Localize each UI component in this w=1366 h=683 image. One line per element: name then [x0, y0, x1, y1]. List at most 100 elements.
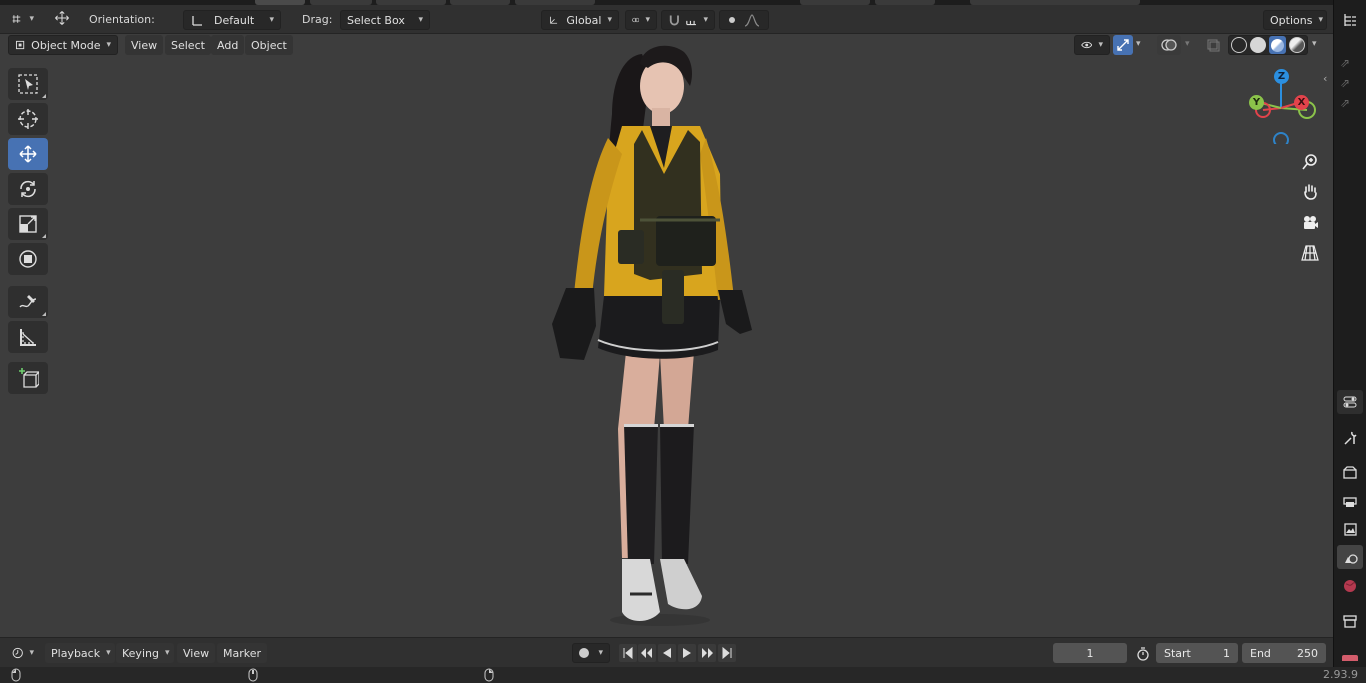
workspace-tab[interactable] — [515, 0, 595, 5]
options-dropdown[interactable]: Options ▾ — [1263, 10, 1327, 30]
chevron-down-icon[interactable]: ▾ — [1312, 39, 1317, 49]
auto-keying-button[interactable]: ▾ — [572, 643, 610, 663]
gizmo-toggle-button[interactable] — [1113, 35, 1133, 55]
workspace-tab[interactable] — [875, 0, 935, 5]
orientation-dropdown[interactable]: Default ▾ — [183, 10, 281, 30]
solid-shading-icon[interactable] — [1249, 37, 1266, 53]
chevron-down-icon: ▾ — [29, 14, 34, 24]
pivot-point-dropdown[interactable]: ▾ — [625, 10, 657, 30]
workspace-tab[interactable] — [310, 0, 372, 5]
camera-icon — [1304, 216, 1318, 229]
chevron-down-icon[interactable]: ▾ — [1136, 39, 1141, 49]
drag-dropdown[interactable]: Select Box ▾ — [340, 10, 430, 30]
tool-rotate[interactable] — [8, 173, 48, 205]
workspace-tab[interactable] — [376, 0, 446, 5]
restrict-toggle-icon[interactable]: ⇗ — [1340, 96, 1350, 110]
start-value: 1 — [1223, 646, 1230, 660]
jump-to-start-button[interactable] — [619, 644, 637, 662]
tool-add-cube[interactable] — [8, 362, 48, 394]
tool-move[interactable] — [8, 138, 48, 170]
chevron-down-icon: ▾ — [106, 648, 111, 658]
chevron-down-icon: ▾ — [703, 15, 708, 25]
falloff-curve-icon — [744, 14, 760, 27]
output-properties-tab[interactable] — [1337, 489, 1363, 513]
gizmo-y-axis[interactable]: Y — [1249, 95, 1264, 110]
play-reverse-button[interactable] — [658, 644, 676, 662]
perspective-toggle-button[interactable] — [1297, 240, 1323, 266]
gizmo-z-axis[interactable]: Z — [1274, 69, 1289, 84]
menu-keying[interactable]: Keying ▾ — [116, 643, 174, 663]
chevron-down-icon[interactable]: ▾ — [1185, 39, 1190, 49]
outliner-editor-button[interactable] — [1337, 8, 1363, 32]
editor-type-button[interactable]: ▾ — [6, 9, 40, 29]
collection-properties-tab[interactable] — [1337, 609, 1363, 633]
sidebar-toggle-icon[interactable]: ‹ — [1323, 72, 1327, 85]
tool-transform[interactable] — [8, 243, 48, 275]
proportional-edit-icon — [729, 17, 735, 23]
active-tool-button[interactable] — [48, 8, 76, 28]
menu-object[interactable]: Object — [245, 35, 293, 55]
overlays-button[interactable] — [1157, 35, 1181, 55]
menu-view[interactable]: View — [125, 35, 164, 55]
restrict-toggle-icon[interactable]: ⇗ — [1340, 76, 1350, 90]
restrict-toggle-icon[interactable]: ⇗ — [1340, 56, 1350, 70]
jump-next-keyframe-button[interactable] — [698, 644, 716, 662]
gizmo-x-axis[interactable]: X — [1294, 95, 1309, 110]
tool-properties-tab[interactable] — [1337, 426, 1363, 450]
workspace-tab-active[interactable] — [255, 0, 305, 5]
view-layer-properties-tab[interactable] — [1337, 517, 1363, 541]
3d-viewport[interactable]: Z Y X ‹ — [0, 34, 1333, 637]
use-preview-range-button[interactable] — [1133, 645, 1153, 663]
grid-perspective-icon — [1301, 245, 1319, 261]
render-properties-tab[interactable] — [1337, 461, 1363, 485]
rendered-shading-icon[interactable] — [1289, 37, 1305, 53]
start-label: Start — [1164, 646, 1191, 660]
object-mode-dropdown[interactable]: Object Mode ▾ — [8, 35, 118, 55]
end-frame-field[interactable]: End 250 — [1242, 643, 1326, 663]
menu-add[interactable]: Add — [211, 35, 245, 55]
transform-orientation-dropdown[interactable]: Global ▾ — [541, 10, 619, 30]
pan-button[interactable] — [1297, 179, 1323, 205]
proportional-editing-button[interactable] — [719, 10, 769, 30]
material-preview-icon[interactable] — [1268, 36, 1287, 54]
navigation-gizmo[interactable]: Z Y X — [1245, 64, 1321, 148]
character-model[interactable] — [0, 34, 1333, 637]
tool-scale[interactable] — [8, 208, 48, 240]
mouse-right-icon — [484, 668, 494, 682]
tool-cursor[interactable] — [8, 103, 48, 135]
object-properties-tab-partial[interactable] — [1342, 655, 1358, 661]
menu-playback[interactable]: Playback ▾ — [45, 643, 115, 663]
start-frame-field[interactable]: Start 1 — [1156, 643, 1238, 663]
end-value: 250 — [1297, 646, 1318, 660]
play-button[interactable] — [678, 644, 696, 662]
wireframe-shading-icon[interactable] — [1231, 37, 1247, 53]
jump-to-end-button[interactable] — [718, 644, 736, 662]
drag-value: Select Box — [347, 13, 405, 27]
object-mode-icon — [15, 40, 25, 50]
menu-select[interactable]: Select — [165, 35, 211, 55]
world-globe-icon — [1344, 580, 1356, 592]
jump-prev-keyframe-button[interactable] — [638, 644, 656, 662]
current-frame-field[interactable]: 1 — [1053, 643, 1127, 663]
tool-measure[interactable] — [8, 321, 48, 353]
chevron-down-icon: ▾ — [607, 15, 612, 25]
workspace-tab[interactable] — [800, 0, 870, 5]
workspace-tab[interactable] — [450, 0, 510, 5]
zoom-button[interactable] — [1297, 149, 1323, 175]
camera-view-button[interactable] — [1297, 210, 1323, 236]
snap-dropdown[interactable]: ▾ — [661, 10, 715, 30]
move-arrows-icon — [55, 11, 69, 25]
tool-annotate[interactable] — [8, 286, 48, 318]
pivot-link-icon — [632, 17, 640, 23]
workspace-tab[interactable] — [970, 0, 1140, 5]
world-properties-tab[interactable] — [1337, 574, 1363, 598]
visibility-dropdown[interactable]: ▾ — [1074, 35, 1110, 55]
properties-toggle-button[interactable] — [1337, 390, 1363, 414]
xray-toggle-button[interactable] — [1204, 35, 1224, 55]
tool-select-box[interactable] — [8, 68, 48, 100]
scene-properties-tab[interactable] — [1337, 545, 1363, 569]
menu-timeline-view[interactable]: View — [177, 643, 216, 663]
timeline-editor-type-button[interactable]: ▾ — [6, 643, 40, 663]
menu-marker[interactable]: Marker — [217, 643, 268, 663]
jump-end-icon — [722, 647, 732, 659]
